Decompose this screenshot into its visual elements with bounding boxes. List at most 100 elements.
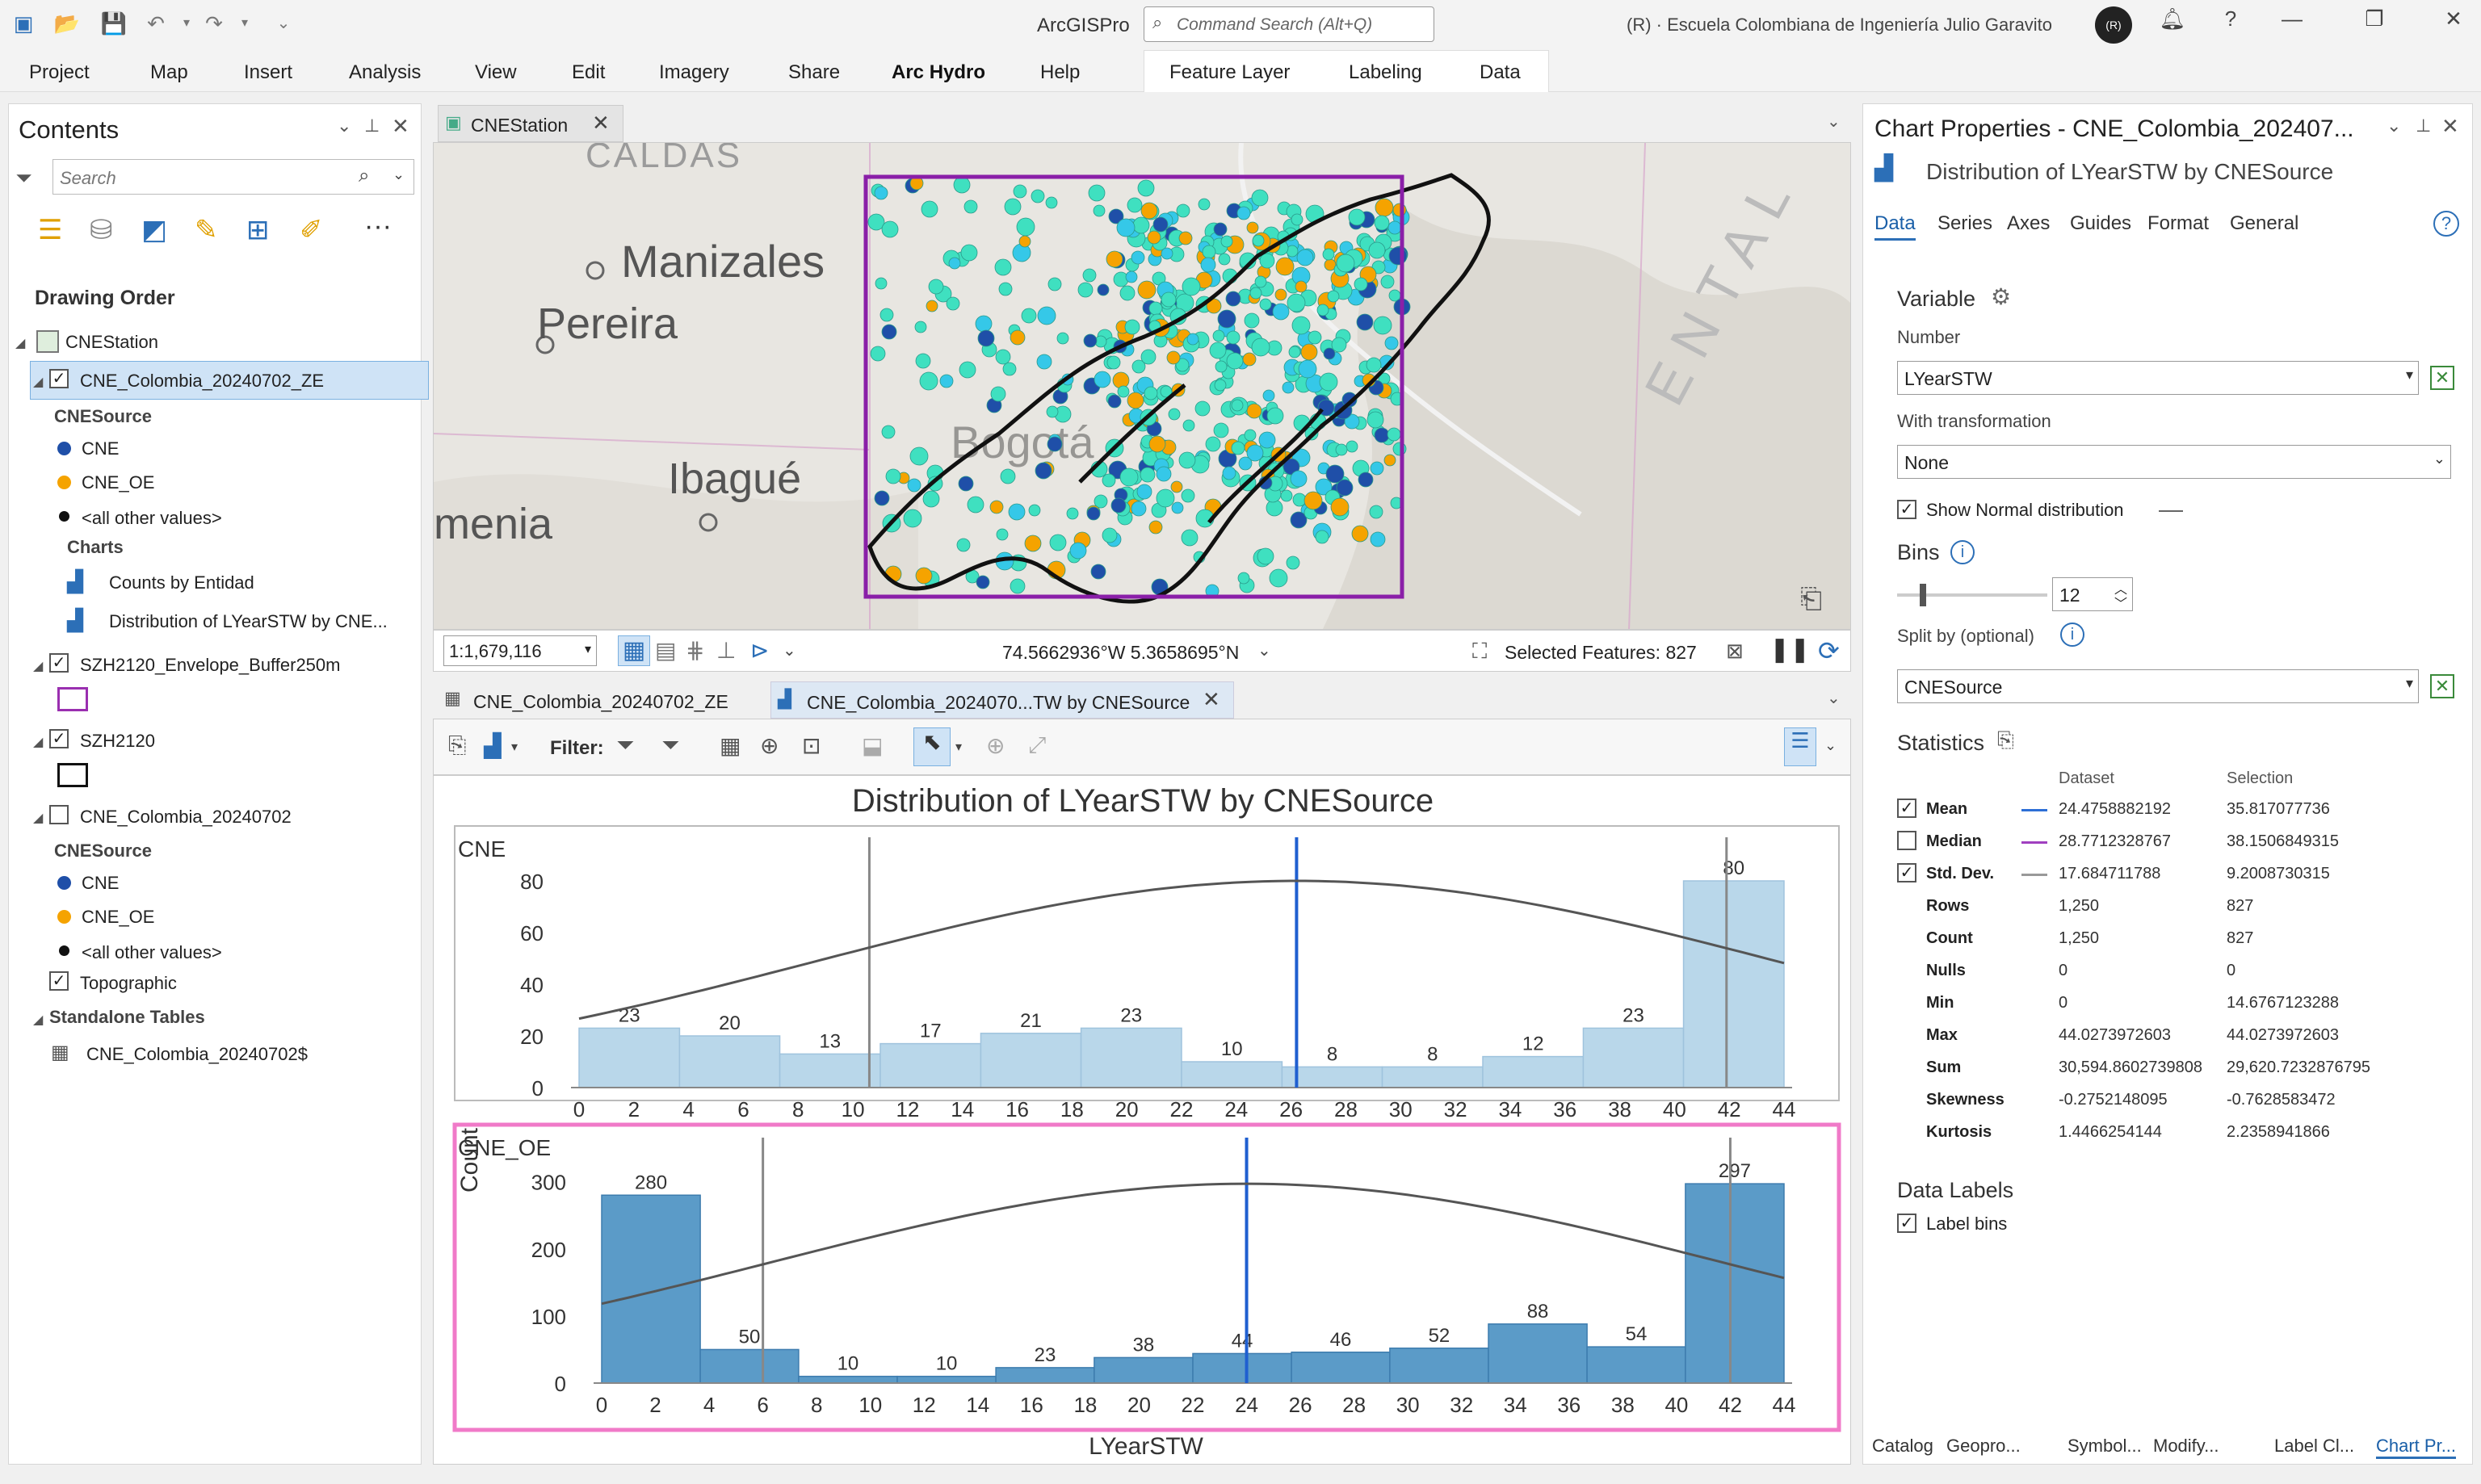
close-pane-icon[interactable]: ✕ bbox=[392, 114, 409, 139]
chevron-down-icon[interactable]: ⌄ bbox=[1827, 688, 1841, 708]
station-point[interactable] bbox=[1236, 206, 1251, 220]
redo-icon[interactable]: ↷ bbox=[200, 10, 228, 37]
station-point[interactable] bbox=[875, 277, 888, 290]
station-point[interactable] bbox=[1102, 527, 1118, 543]
stat-checkbox[interactable]: ✓ bbox=[1897, 799, 1916, 818]
station-point[interactable] bbox=[1047, 436, 1063, 452]
close-pane-icon[interactable]: ✕ bbox=[2441, 114, 2459, 139]
station-point[interactable] bbox=[1140, 467, 1156, 483]
station-point[interactable] bbox=[1225, 291, 1241, 307]
station-point[interactable] bbox=[1082, 268, 1097, 283]
histogram-bar[interactable] bbox=[995, 1367, 1095, 1384]
station-point[interactable] bbox=[1171, 501, 1184, 514]
refresh-icon[interactable]: ⟳ bbox=[1818, 635, 1840, 666]
station-point[interactable] bbox=[1249, 287, 1262, 300]
table-icon[interactable]: ▦ bbox=[720, 732, 741, 759]
station-point[interactable] bbox=[1137, 280, 1157, 300]
histogram-bar[interactable] bbox=[678, 1035, 781, 1088]
station-point[interactable] bbox=[1262, 389, 1275, 402]
station-point[interactable] bbox=[1295, 280, 1308, 293]
fixed-zoom-icon[interactable]: ▦ bbox=[618, 635, 650, 666]
station-point[interactable] bbox=[1336, 254, 1355, 273]
station-point[interactable] bbox=[1137, 179, 1155, 197]
station-point[interactable] bbox=[1088, 184, 1106, 202]
pane-tab-4[interactable]: Label Cl... bbox=[2274, 1436, 2354, 1457]
station-point[interactable] bbox=[1286, 555, 1300, 570]
chart-item[interactable]: Distribution of LYearSTW by CNE... bbox=[109, 611, 388, 632]
undo-icon[interactable]: ↶ bbox=[142, 10, 170, 37]
station-point[interactable] bbox=[1387, 220, 1402, 235]
station-point[interactable] bbox=[1315, 530, 1329, 544]
table-name[interactable]: CNE_Colombia_20240702$ bbox=[86, 1044, 308, 1065]
station-point[interactable] bbox=[1257, 547, 1274, 565]
station-point[interactable] bbox=[1131, 250, 1145, 265]
station-point[interactable] bbox=[998, 282, 1013, 296]
ribbon-tab-edit[interactable]: Edit bbox=[572, 61, 605, 84]
gear-icon[interactable]: ⚙ bbox=[1991, 283, 2011, 310]
close-tab-icon[interactable]: ✕ bbox=[592, 111, 610, 136]
layer-visibility-checkbox[interactable]: ✓ bbox=[49, 653, 69, 673]
label-bins-checkbox[interactable]: ✓ bbox=[1897, 1214, 1916, 1233]
station-point[interactable] bbox=[885, 468, 901, 484]
station-point[interactable] bbox=[1254, 275, 1267, 288]
station-point[interactable] bbox=[1272, 303, 1290, 321]
station-point[interactable] bbox=[1290, 470, 1308, 488]
station-point[interactable] bbox=[1028, 504, 1041, 517]
histogram-chart[interactable]: Distribution of LYearSTW by CNESource LYe… bbox=[434, 776, 1852, 1465]
station-point[interactable] bbox=[881, 425, 896, 439]
station-point[interactable] bbox=[1132, 216, 1150, 234]
tab-chart[interactable]: ▟ CNE_Colombia_2024070...TW by CNESource… bbox=[770, 681, 1234, 719]
station-point[interactable] bbox=[1021, 308, 1037, 324]
histogram-bar[interactable] bbox=[1582, 1027, 1685, 1088]
station-point[interactable] bbox=[953, 176, 971, 194]
layer-visibility-checkbox[interactable]: ✓ bbox=[49, 729, 69, 748]
station-point[interactable] bbox=[1288, 346, 1301, 358]
station-point[interactable] bbox=[1127, 197, 1143, 213]
histogram-bar[interactable] bbox=[601, 1194, 701, 1384]
station-point[interactable] bbox=[1213, 422, 1229, 438]
station-point[interactable] bbox=[928, 279, 944, 295]
station-point[interactable] bbox=[1308, 330, 1322, 345]
expand-map-icon[interactable]: ◢ bbox=[15, 335, 25, 351]
context-tab-feature-layer[interactable]: Feature Layer bbox=[1169, 61, 1290, 84]
station-point[interactable] bbox=[1031, 189, 1045, 203]
station-point[interactable] bbox=[1374, 427, 1390, 443]
station-point[interactable] bbox=[1282, 381, 1295, 394]
station-point[interactable] bbox=[990, 386, 1006, 402]
station-point[interactable] bbox=[1213, 222, 1228, 237]
context-tab-data[interactable]: Data bbox=[1480, 61, 1521, 84]
station-point[interactable] bbox=[1127, 392, 1144, 409]
number-field-select[interactable]: LYearSTW ▾ bbox=[1897, 361, 2419, 395]
station-point[interactable] bbox=[1226, 330, 1240, 345]
station-point[interactable] bbox=[1259, 253, 1275, 269]
editing-icon[interactable]: ✎ bbox=[195, 214, 218, 246]
station-point[interactable] bbox=[939, 374, 954, 388]
station-point[interactable] bbox=[1246, 403, 1262, 419]
station-point[interactable] bbox=[946, 296, 960, 311]
save-icon[interactable]: 💾 bbox=[100, 10, 128, 37]
station-point[interactable] bbox=[1056, 332, 1069, 345]
station-point[interactable] bbox=[1392, 203, 1407, 217]
props-tab-data[interactable]: Data bbox=[1874, 212, 1916, 241]
help-icon[interactable]: ? bbox=[2214, 6, 2247, 31]
station-point[interactable] bbox=[1212, 329, 1225, 342]
station-point[interactable] bbox=[1369, 505, 1383, 519]
station-point[interactable] bbox=[1125, 270, 1138, 283]
layer-visibility-checkbox[interactable] bbox=[49, 805, 69, 824]
selection-icon[interactable]: ◩ bbox=[141, 214, 167, 246]
transformation-select[interactable]: None ⌄ bbox=[1897, 445, 2451, 479]
station-point[interactable] bbox=[1280, 489, 1293, 502]
station-point[interactable] bbox=[1131, 501, 1147, 517]
station-point[interactable] bbox=[1220, 235, 1233, 248]
props-tab-guides[interactable]: Guides bbox=[2070, 212, 2131, 235]
contents-search-input[interactable]: Search ⌕ ⌄ bbox=[52, 159, 414, 195]
histogram-bar[interactable] bbox=[798, 1375, 898, 1384]
context-tab-labeling[interactable]: Labeling bbox=[1349, 61, 1422, 84]
station-point[interactable] bbox=[1238, 456, 1253, 471]
correction-icon[interactable]: ⊥ bbox=[716, 637, 736, 664]
station-point[interactable] bbox=[1148, 520, 1163, 534]
ribbon-tab-arc-hydro[interactable]: Arc Hydro bbox=[892, 61, 985, 84]
station-point[interactable] bbox=[1269, 568, 1288, 588]
minimize-icon[interactable]: — bbox=[2276, 6, 2308, 31]
pane-tab-3[interactable]: Modify... bbox=[2153, 1436, 2219, 1457]
